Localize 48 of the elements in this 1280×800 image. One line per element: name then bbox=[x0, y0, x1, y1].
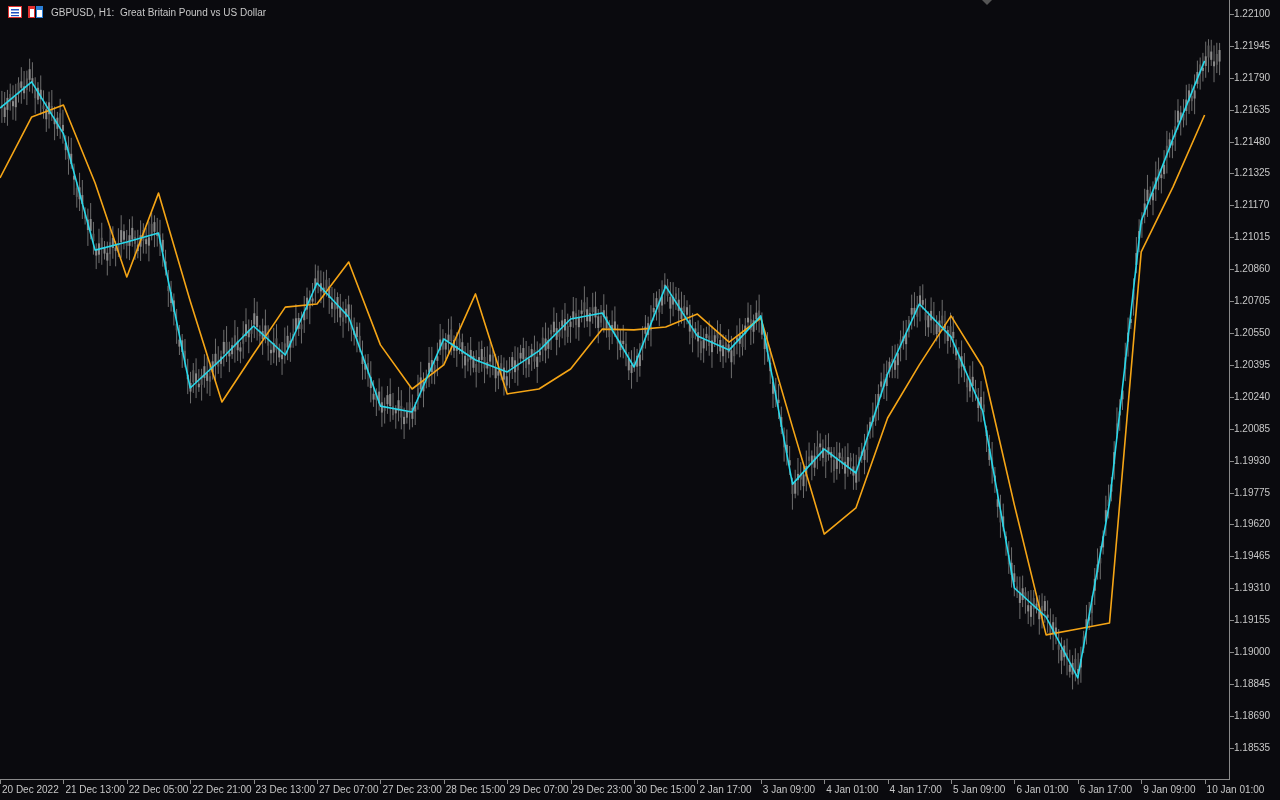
price-label: 1.20860 bbox=[1234, 263, 1271, 276]
chart-title: GBPUSD, H1: Great Britain Pound vs US Dollar bbox=[51, 6, 267, 18]
time-label: 27 Dec 23:00 bbox=[382, 783, 442, 797]
time-label: 23 Dec 13:00 bbox=[255, 783, 316, 797]
price-label: 1.21325 bbox=[1234, 167, 1271, 180]
triangle-marker-icon bbox=[982, 0, 992, 6]
time-label: 27 Dec 07:00 bbox=[319, 783, 379, 797]
time-label: 20 Dec 2022 bbox=[2, 783, 59, 797]
time-label: 29 Dec 23:00 bbox=[572, 783, 633, 797]
window-icon[interactable] bbox=[28, 6, 43, 18]
time-label: 10 Jan 01:00 bbox=[1206, 783, 1265, 797]
price-label: 1.19620 bbox=[1234, 518, 1271, 531]
price-label: 1.19465 bbox=[1234, 550, 1271, 563]
time-label: 6 Jan 17:00 bbox=[1079, 783, 1133, 797]
price-label: 1.18690 bbox=[1234, 709, 1271, 722]
time-label: 22 Dec 21:00 bbox=[192, 783, 252, 797]
price-label: 1.21635 bbox=[1234, 103, 1271, 116]
price-label: 1.21480 bbox=[1234, 135, 1271, 148]
price-label: 1.21790 bbox=[1234, 71, 1271, 84]
time-label: 2 Jan 17:00 bbox=[699, 783, 752, 797]
price-label: 1.19310 bbox=[1234, 582, 1271, 595]
price-label: 1.20085 bbox=[1234, 422, 1271, 435]
price-label: 1.18845 bbox=[1234, 677, 1271, 690]
time-label: 5 Jan 09:00 bbox=[953, 783, 1006, 797]
price-label: 1.20705 bbox=[1234, 295, 1271, 308]
table-icon[interactable] bbox=[8, 6, 22, 18]
time-label: 21 Dec 13:00 bbox=[65, 783, 125, 797]
time-label: 30 Dec 15:00 bbox=[636, 783, 696, 797]
time-label: 22 Dec 05:00 bbox=[128, 783, 189, 797]
time-label: 6 Jan 01:00 bbox=[1016, 783, 1069, 797]
time-label: 3 Jan 09:00 bbox=[762, 783, 816, 797]
time-label: 4 Jan 17:00 bbox=[889, 783, 942, 797]
price-label: 1.19930 bbox=[1234, 454, 1271, 467]
time-label: 28 Dec 15:00 bbox=[445, 783, 506, 797]
price-label: 1.19000 bbox=[1234, 646, 1271, 658]
price-label: 1.21170 bbox=[1234, 199, 1270, 212]
time-label: 9 Jan 09:00 bbox=[1143, 783, 1196, 797]
time-label: 4 Jan 01:00 bbox=[826, 783, 879, 797]
price-label: 1.22100 bbox=[1234, 8, 1271, 20]
price-label: 1.19155 bbox=[1234, 614, 1271, 627]
price-label: 1.18535 bbox=[1234, 741, 1271, 754]
price-label: 1.19775 bbox=[1234, 486, 1271, 499]
price-label: 1.20395 bbox=[1234, 358, 1271, 371]
price-label: 1.20550 bbox=[1234, 327, 1271, 339]
price-label: 1.21945 bbox=[1234, 39, 1271, 52]
price-label: 1.21015 bbox=[1234, 231, 1271, 244]
time-label: 29 Dec 07:00 bbox=[509, 783, 569, 797]
price-label: 1.20240 bbox=[1234, 390, 1271, 403]
